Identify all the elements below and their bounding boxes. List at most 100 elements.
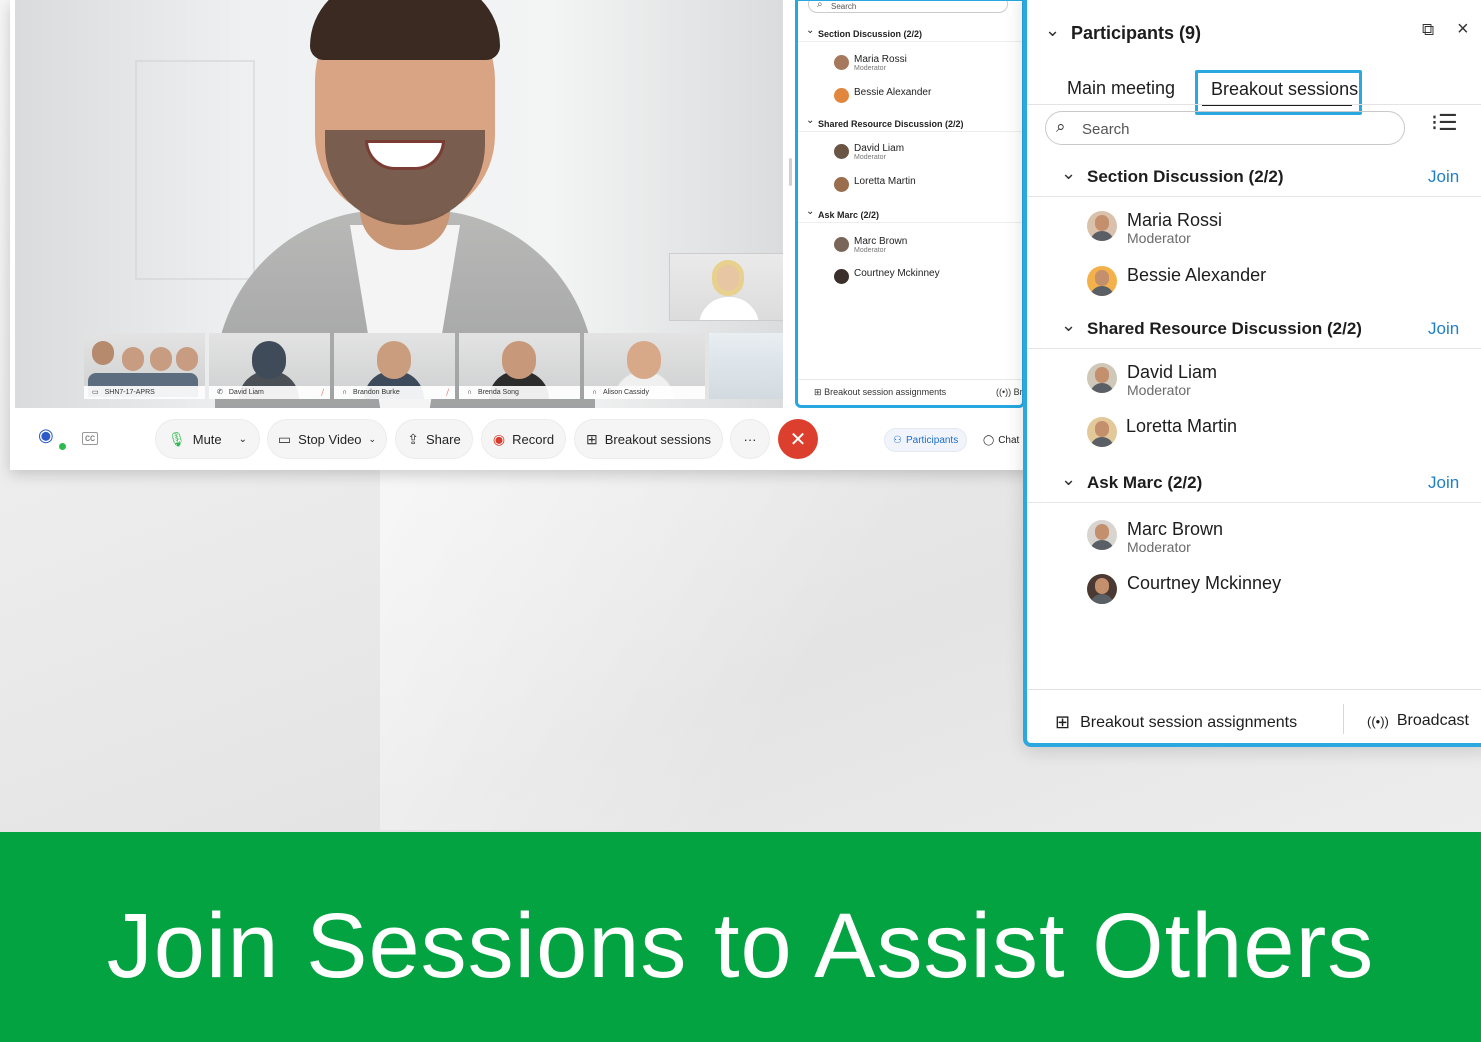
chevron-down-icon: ⌄	[238, 433, 248, 445]
promo-banner: Join Sessions to Assist Others	[0, 832, 1481, 1042]
share-button[interactable]: ⇪ Share	[395, 419, 473, 459]
microphone-icon: 🎙	[167, 430, 186, 447]
mute-label: Mute	[192, 431, 222, 447]
participant-name: Loretta Martin	[854, 176, 916, 187]
video-tile[interactable]: ∩ Alison Cassidy	[584, 333, 705, 399]
phone-icon: ✆	[217, 389, 223, 396]
breakout-section-header[interactable]: ⌄ Ask Marc (2/2) Join	[1027, 463, 1481, 503]
divider	[1343, 704, 1344, 734]
join-button[interactable]: Join	[1428, 167, 1459, 187]
breakout-grid-icon: ⊞	[814, 387, 822, 397]
participant-role: Moderator	[1127, 230, 1191, 246]
broadcast-button[interactable]: ((•)) Br	[996, 387, 1023, 397]
panel-resize-handle[interactable]	[789, 158, 792, 186]
sort-icon[interactable]: ⁝☰	[1431, 110, 1458, 136]
avatar	[1087, 574, 1117, 604]
participant-name: Courtney Mckinney	[1127, 573, 1282, 593]
close-icon[interactable]: ×	[1457, 18, 1469, 41]
participant-item[interactable]: Marc Brown Moderator	[834, 237, 907, 255]
broadcast-label: Br	[1013, 387, 1023, 397]
section-name: Ask Marc (2/2)	[1087, 473, 1203, 492]
video-tile[interactable]: ▭ SHN7-17-APRS	[84, 333, 205, 399]
share-icon: ⇪	[407, 430, 420, 447]
avatar	[834, 177, 849, 192]
breakout-section-header[interactable]: Shared Resource Discussion (2/2)	[798, 113, 1022, 132]
share-label: Share	[426, 431, 461, 447]
video-tile[interactable]: ✆ David Liam ⧸	[209, 333, 330, 399]
tile-label: Brandon Burke	[353, 389, 400, 396]
avatar	[1087, 417, 1117, 447]
participants-tab-label: Participants	[905, 434, 959, 446]
assistant-bot-icon[interactable]: ◉	[38, 425, 66, 453]
panel-footer: ⊞ Breakout session assignments ((•)) Bro…	[1027, 689, 1481, 743]
section-name: Shared Resource Discussion (2/2)	[1087, 319, 1362, 338]
person-icon: ⚇	[893, 434, 902, 446]
participants-tab-button[interactable]: ⚇ Participants	[884, 428, 968, 452]
avatar	[834, 88, 849, 103]
participant-item[interactable]: Bessie Alexander	[834, 87, 932, 103]
breakout-grid-icon: ⊞	[1055, 712, 1071, 732]
participant-name: Maria Rossi	[854, 54, 907, 65]
participant-name: David Liam	[1127, 362, 1218, 382]
headset-icon: ∩	[592, 389, 598, 396]
participant-name: David Liam	[854, 143, 905, 154]
participants-panel-small: Search Section Discussion (2/2) Maria Ro…	[795, 0, 1025, 408]
chat-tab-button[interactable]: ◯ Chat	[975, 428, 1027, 452]
breakout-section-header[interactable]: Section Discussion (2/2)	[798, 23, 1022, 42]
search-input[interactable]: Search	[808, 1, 1008, 13]
join-button[interactable]: Join	[1428, 473, 1459, 493]
participant-name: Courtney Mckinney	[854, 268, 940, 279]
participant-item[interactable]: Courtney Mckinney	[834, 268, 940, 284]
chevron-down-icon: ⌄	[1061, 469, 1077, 489]
breakout-assignments-link[interactable]: Breakout session assignments	[824, 387, 946, 397]
participant-role: Moderator	[1127, 382, 1191, 398]
tab-breakout-sessions[interactable]: Breakout sessions	[1195, 70, 1362, 115]
participant-name: Loretta Martin	[1126, 416, 1238, 436]
avatar	[834, 55, 849, 70]
leave-meeting-button[interactable]: ✕	[778, 419, 818, 459]
self-view-video[interactable]	[669, 253, 783, 321]
panel-title: Participants (9)	[1071, 23, 1202, 43]
participant-item[interactable]: Loretta Martin	[834, 176, 916, 192]
room-icon: ▭	[92, 389, 99, 396]
participant-role: Moderator	[854, 65, 886, 72]
participant-name: Marc Brown	[854, 236, 908, 247]
record-label: Record	[512, 431, 555, 447]
video-tile[interactable]: ∩ Brenda Song	[459, 333, 580, 399]
breakout-section-header[interactable]: Ask Marc (2/2)	[798, 204, 1022, 223]
breakout-assignments-button[interactable]: ⊞ Breakout session assignments	[1055, 712, 1297, 733]
record-button[interactable]: ◉ Record	[481, 419, 566, 459]
participant-item[interactable]: Maria Rossi Moderator	[834, 55, 907, 73]
join-button[interactable]: Join	[1428, 319, 1459, 339]
participant-role: Moderator	[854, 247, 886, 254]
close-icon: ✕	[789, 428, 807, 451]
participant-name: Bessie Alexander	[854, 87, 932, 98]
stop-video-label: Stop Video	[298, 431, 362, 447]
pop-out-icon[interactable]: ⧉	[1422, 20, 1434, 40]
avatar	[1087, 520, 1117, 550]
broadcast-label: Broadcast	[1396, 712, 1469, 729]
breakout-section-header[interactable]: ⌄ Shared Resource Discussion (2/2) Join	[1027, 309, 1481, 349]
more-options-button[interactable]: ···	[730, 419, 770, 459]
video-tile[interactable]	[709, 333, 783, 399]
breakout-sessions-button[interactable]: ⊞ Breakout sessions	[574, 419, 723, 459]
collapse-chevron-icon[interactable]: ⌄	[1045, 20, 1060, 41]
panel-footer: ⊞ Breakout session assignments ((•)) Br	[798, 379, 1023, 405]
breakout-section-header[interactable]: ⌄ Section Discussion (2/2) Join	[1027, 157, 1481, 197]
tile-label: Brenda Song	[478, 389, 519, 396]
avatar	[834, 144, 849, 159]
tile-label: Alison Cassidy	[603, 389, 649, 396]
search-placeholder: Search	[1082, 121, 1130, 138]
breakout-grid-icon: ⊞	[586, 430, 598, 447]
stop-video-button[interactable]: ▭ Stop Video ⌄	[267, 419, 387, 459]
mute-button[interactable]: 🎙 Mute ⌄	[155, 419, 260, 459]
participant-item[interactable]: David Liam Moderator	[834, 144, 904, 162]
broadcast-button[interactable]: ((•)) Broadcast	[1367, 712, 1469, 730]
closed-captions-icon[interactable]: cc	[82, 432, 98, 445]
tab-main-meeting[interactable]: Main meeting	[1067, 78, 1175, 99]
muted-mic-icon: ⧸	[446, 388, 449, 397]
tile-label: SHN7-17-APRS	[104, 389, 155, 396]
video-tile[interactable]: ∩ Brandon Burke ⧸	[334, 333, 455, 399]
participants-panel: ⌄ Participants (9) ⧉ × Main meeting Brea…	[1023, 0, 1481, 747]
search-input[interactable]: ⌕ Search	[1045, 111, 1405, 145]
